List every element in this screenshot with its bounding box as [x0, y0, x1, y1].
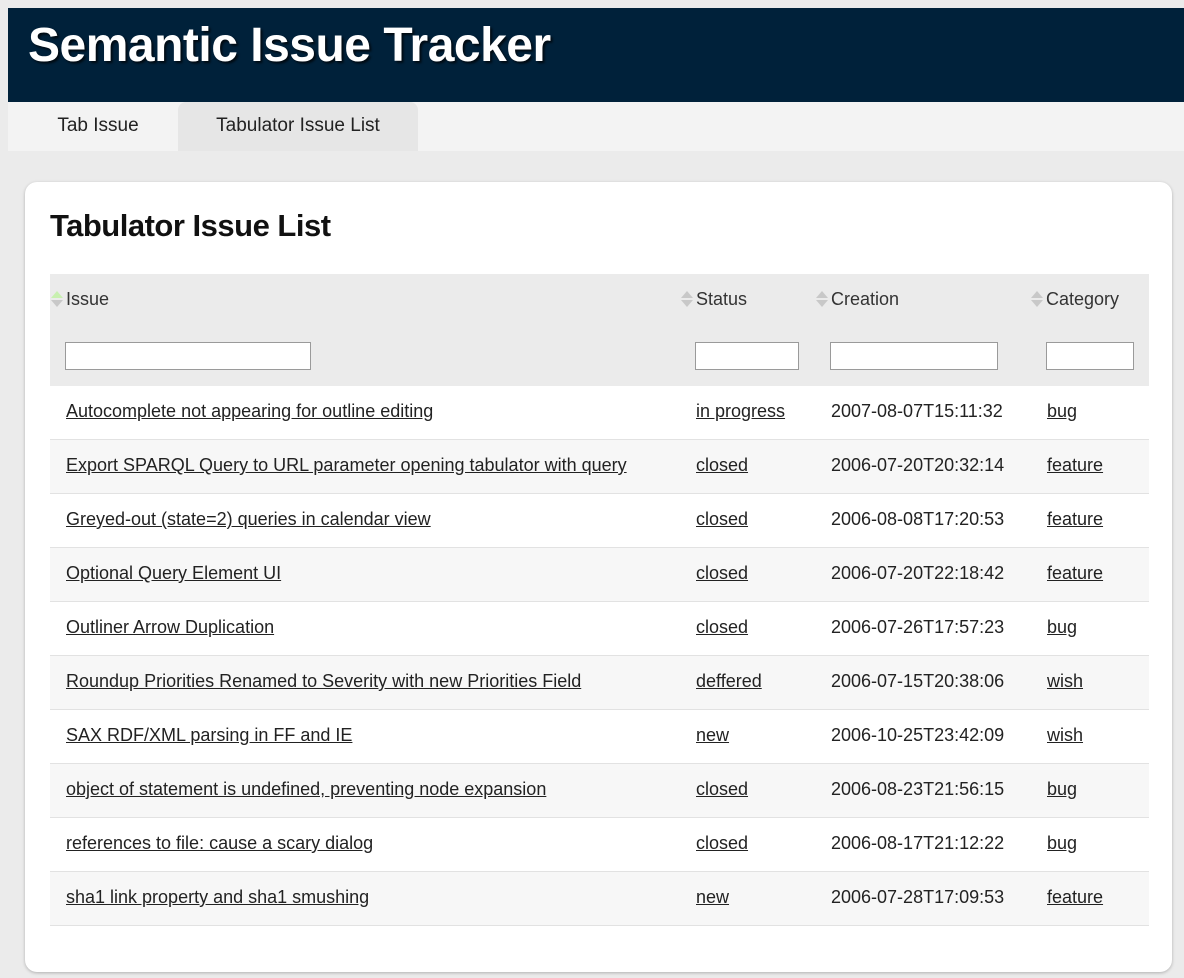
table-row: references to file: cause a scary dialog… — [50, 818, 1149, 872]
creation-date: 2006-08-17T21:12:22 — [831, 833, 1005, 853]
table-row: object of statement is undefined, preven… — [50, 764, 1149, 818]
issue-link[interactable]: Autocomplete not appearing for outline e… — [66, 386, 433, 439]
issue-link[interactable]: object of statement is undefined, preven… — [66, 764, 546, 817]
column-label: Category — [1046, 289, 1120, 309]
creation-date: 2006-07-28T17:09:53 — [831, 887, 1005, 907]
table-row: Outliner Arrow Duplication closed 2006-0… — [50, 602, 1149, 656]
table-body: Autocomplete not appearing for outline e… — [50, 386, 1149, 926]
column-header-category[interactable]: Category — [1030, 288, 1119, 310]
category-link[interactable]: bug — [1047, 818, 1077, 871]
status-link[interactable]: closed — [696, 764, 748, 817]
category-link[interactable]: feature — [1047, 872, 1103, 925]
creation-date: 2006-07-20T20:32:14 — [831, 455, 1005, 475]
issue-link[interactable]: SAX RDF/XML parsing in FF and IE — [66, 710, 352, 763]
status-link[interactable]: new — [696, 872, 729, 925]
page-title: Tabulator Issue List — [50, 208, 331, 243]
creation-date: 2006-10-25T23:42:09 — [831, 725, 1005, 745]
issue-link[interactable]: Roundup Priorities Renamed to Severity w… — [66, 656, 581, 709]
table-header: Issue Status Creation Category — [50, 274, 1149, 386]
status-link[interactable]: closed — [696, 818, 748, 871]
category-link[interactable]: wish — [1047, 710, 1083, 763]
status-link[interactable]: closed — [696, 494, 748, 547]
column-label: Creation — [831, 289, 900, 309]
table-row: Autocomplete not appearing for outline e… — [50, 386, 1149, 440]
filter-status-input[interactable] — [695, 342, 799, 370]
category-link[interactable]: bug — [1047, 602, 1077, 655]
issue-link[interactable]: references to file: cause a scary dialog — [66, 818, 373, 871]
sort-icon — [1030, 290, 1043, 308]
status-link[interactable]: closed — [696, 440, 748, 493]
table-row: SAX RDF/XML parsing in FF and IE new 200… — [50, 710, 1149, 764]
creation-date: 2007-08-07T15:11:32 — [831, 401, 1003, 421]
content-panel: Tabulator Issue List Issue Status Creati… — [25, 182, 1172, 972]
category-link[interactable]: wish — [1047, 656, 1083, 709]
sort-icon — [680, 290, 693, 308]
category-link[interactable]: feature — [1047, 440, 1103, 493]
tab-issue[interactable]: Tab Issue — [26, 102, 170, 151]
category-link[interactable]: feature — [1047, 548, 1103, 601]
creation-date: 2006-07-26T17:57:23 — [831, 617, 1005, 637]
column-label: Issue — [66, 289, 110, 309]
creation-date: 2006-08-23T21:56:15 — [831, 779, 1005, 799]
app-header: Semantic Issue Tracker Tab Issue Tabulat… — [8, 8, 1184, 151]
category-link[interactable]: bug — [1047, 386, 1077, 439]
column-label: Status — [696, 289, 748, 309]
table-row: Export SPARQL Query to URL parameter ope… — [50, 440, 1149, 494]
sort-icon — [815, 290, 828, 308]
creation-date: 2006-07-20T22:18:42 — [831, 563, 1005, 583]
tab-bar: Tab Issue Tabulator Issue List — [8, 102, 1184, 151]
table-row: Roundup Priorities Renamed to Severity w… — [50, 656, 1149, 710]
issue-link[interactable]: Outliner Arrow Duplication — [66, 602, 274, 655]
issue-link[interactable]: sha1 link property and sha1 smushing — [66, 872, 369, 925]
issue-link[interactable]: Export SPARQL Query to URL parameter ope… — [66, 440, 627, 493]
table-row: Optional Query Element UI closed 2006-07… — [50, 548, 1149, 602]
creation-date: 2006-08-08T17:20:53 — [831, 509, 1005, 529]
filter-category-input[interactable] — [1046, 342, 1134, 370]
category-link[interactable]: feature — [1047, 494, 1103, 547]
issue-link[interactable]: Greyed-out (state=2) queries in calendar… — [66, 494, 431, 547]
status-link[interactable]: new — [696, 710, 729, 763]
filter-issue-input[interactable] — [65, 342, 311, 370]
table-row: sha1 link property and sha1 smushing new… — [50, 872, 1149, 926]
column-header-status[interactable]: Status — [680, 288, 747, 310]
tab-tabulator-issue-list[interactable]: Tabulator Issue List — [178, 102, 418, 151]
category-link[interactable]: bug — [1047, 764, 1077, 817]
issue-table: Issue Status Creation Category Autocompl… — [50, 274, 1149, 926]
sort-icon — [50, 290, 63, 308]
status-link[interactable]: in progress — [696, 386, 785, 439]
column-header-creation[interactable]: Creation — [815, 288, 899, 310]
table-row: Greyed-out (state=2) queries in calendar… — [50, 494, 1149, 548]
status-link[interactable]: closed — [696, 602, 748, 655]
filter-creation-input[interactable] — [830, 342, 998, 370]
issue-link[interactable]: Optional Query Element UI — [66, 548, 281, 601]
app-title: Semantic Issue Tracker — [28, 19, 551, 72]
status-link[interactable]: closed — [696, 548, 748, 601]
column-header-issue[interactable]: Issue — [50, 288, 109, 310]
status-link[interactable]: deffered — [696, 656, 762, 709]
creation-date: 2006-07-15T20:38:06 — [831, 671, 1005, 691]
